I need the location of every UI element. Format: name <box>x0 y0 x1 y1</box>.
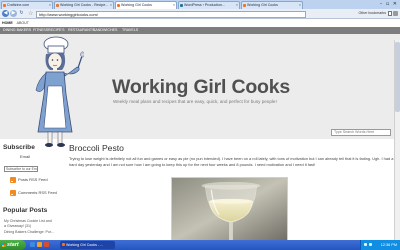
post-title[interactable]: Broccoli Pesto <box>69 143 124 153</box>
category-bar: DINING BAKERS FITNESS RECIPE'S RESTAURAN… <box>0 27 400 34</box>
tab-close-icon[interactable]: × <box>110 2 112 8</box>
window-controls[interactable]: – ▫ ✕ <box>380 1 398 7</box>
bookmark-star-icon[interactable]: ☆ <box>28 10 33 18</box>
email-field[interactable]: Subscribe to our Email <box>4 166 38 172</box>
search-input[interactable]: Type Search Words Here <box>331 129 391 136</box>
volume-icon[interactable] <box>369 243 372 246</box>
tab-label: Working Girl Cooks <box>121 3 152 7</box>
tools-menu-icon[interactable] <box>393 11 398 16</box>
category-link[interactable]: DINING BAKERS <box>3 27 31 34</box>
other-bookmarks-link[interactable]: Other bookmarks <box>358 11 386 15</box>
tab-close-icon[interactable]: × <box>236 2 238 8</box>
tab-close-icon[interactable]: × <box>173 2 175 8</box>
windows-logo-icon <box>2 243 6 247</box>
wine-glass-photo <box>171 177 288 240</box>
favicon-icon <box>180 3 183 7</box>
clock[interactable]: 12:36 PM <box>381 240 397 250</box>
page-menu-icon[interactable] <box>388 11 392 16</box>
taskbar-window-button[interactable]: Working Girl Cooks - ... <box>60 241 115 249</box>
browser-tab-bar: Craftzine.com × Working Girl Cooks - Reci… <box>0 0 400 9</box>
blog-top-nav: HOME ABOUT <box>2 20 32 26</box>
tab-label: WordPress › Production... <box>184 3 226 7</box>
posts-feed-link[interactable]: Posts RSS Feed <box>18 177 48 182</box>
site-tagline: Weekly meal plans and recipes that are e… <box>113 99 277 104</box>
media-quicklaunch-icon[interactable] <box>44 242 49 247</box>
tab-label: Craftzine.com <box>7 3 30 7</box>
reload-button[interactable]: ↻ <box>18 10 25 17</box>
nav-home-link[interactable]: HOME <box>2 21 13 25</box>
favicon-icon <box>61 243 65 246</box>
favicon-icon <box>56 3 59 7</box>
start-button[interactable]: start <box>0 240 26 250</box>
forward-arrow-icon: ▶ <box>11 10 16 16</box>
network-icon[interactable] <box>364 243 367 246</box>
category-link[interactable]: TRAVELS <box>122 27 138 34</box>
folder-quicklaunch-icon[interactable] <box>37 242 42 247</box>
browser-tab-2[interactable]: Working Girl Cooks - Recipe... × <box>54 1 114 9</box>
tab-label: Working Girl Cooks <box>247 3 278 7</box>
subscribe-heading: Subscribe <box>3 144 35 151</box>
nav-about-link[interactable]: ABOUT <box>17 21 29 25</box>
browser-tab-3-active[interactable]: Working Girl Cooks × <box>115 1 177 9</box>
sidebar: Subscribe Email Subscribe to our Email P… <box>0 142 62 240</box>
email-label[interactable]: Email <box>20 154 30 159</box>
category-link[interactable]: SANDWICHES <box>93 27 117 34</box>
back-button[interactable]: ◀ <box>2 10 9 17</box>
windows-taskbar: start Working Girl Cooks - ... 12:36 PM <box>0 240 400 250</box>
forward-button[interactable]: ▶ <box>10 10 17 17</box>
scrollbar-thumb[interactable] <box>394 42 400 112</box>
web-page: HOME ABOUT DINING BAKERS FITNESS RECIPE'… <box>0 20 400 240</box>
address-bar[interactable]: http://www.workinggirlcooks.com/ <box>36 10 306 18</box>
category-link[interactable]: RESTAURANTS <box>68 27 95 34</box>
browser-tab-4[interactable]: WordPress › Production... × <box>178 1 240 9</box>
tab-close-icon[interactable]: × <box>299 2 301 8</box>
popular-post-link[interactable]: My Christmas Cookie List and <box>4 219 52 223</box>
popular-posts-heading: Popular Posts <box>3 207 48 214</box>
browser-toolbar: ◀ ▶ ↻ ☆ http://www.workinggirlcooks.com/… <box>0 9 400 19</box>
chef-mascot-illustration <box>35 36 84 147</box>
system-tray: 12:36 PM <box>360 240 400 250</box>
tab-label: Working Girl Cooks - Recipe... <box>60 3 109 7</box>
favicon-icon <box>117 3 120 7</box>
browser-tab-1[interactable]: Craftzine.com × <box>1 1 53 9</box>
start-label: start <box>7 242 19 248</box>
popular-post-link[interactable]: Dining Bakers Challenge: Pur... <box>4 230 54 234</box>
popular-post-link[interactable]: a Giveaway! (31) <box>4 224 31 228</box>
rss-feed-icon[interactable] <box>10 177 16 183</box>
browser-tab-5[interactable]: Working Girl Cooks × <box>241 1 303 9</box>
back-arrow-icon: ◀ <box>3 10 8 16</box>
favicon-icon <box>3 3 6 7</box>
comments-feed-link[interactable]: Comments RSS Feed <box>18 190 57 195</box>
taskbar-window-label: Working Girl Cooks - ... <box>66 243 104 247</box>
post-body: Trying to lose weight is definitely not … <box>69 156 394 167</box>
tab-close-icon[interactable]: × <box>49 2 51 8</box>
site-title[interactable]: Working Girl Cooks <box>112 76 290 99</box>
favicon-icon <box>243 3 246 7</box>
reload-icon: ↻ <box>19 10 24 16</box>
category-link[interactable]: RECIPE'S <box>48 27 64 34</box>
category-link[interactable]: FITNESS <box>33 27 48 34</box>
rss-feed-icon[interactable] <box>10 190 16 196</box>
ie-quicklaunch-icon[interactable] <box>30 242 35 247</box>
